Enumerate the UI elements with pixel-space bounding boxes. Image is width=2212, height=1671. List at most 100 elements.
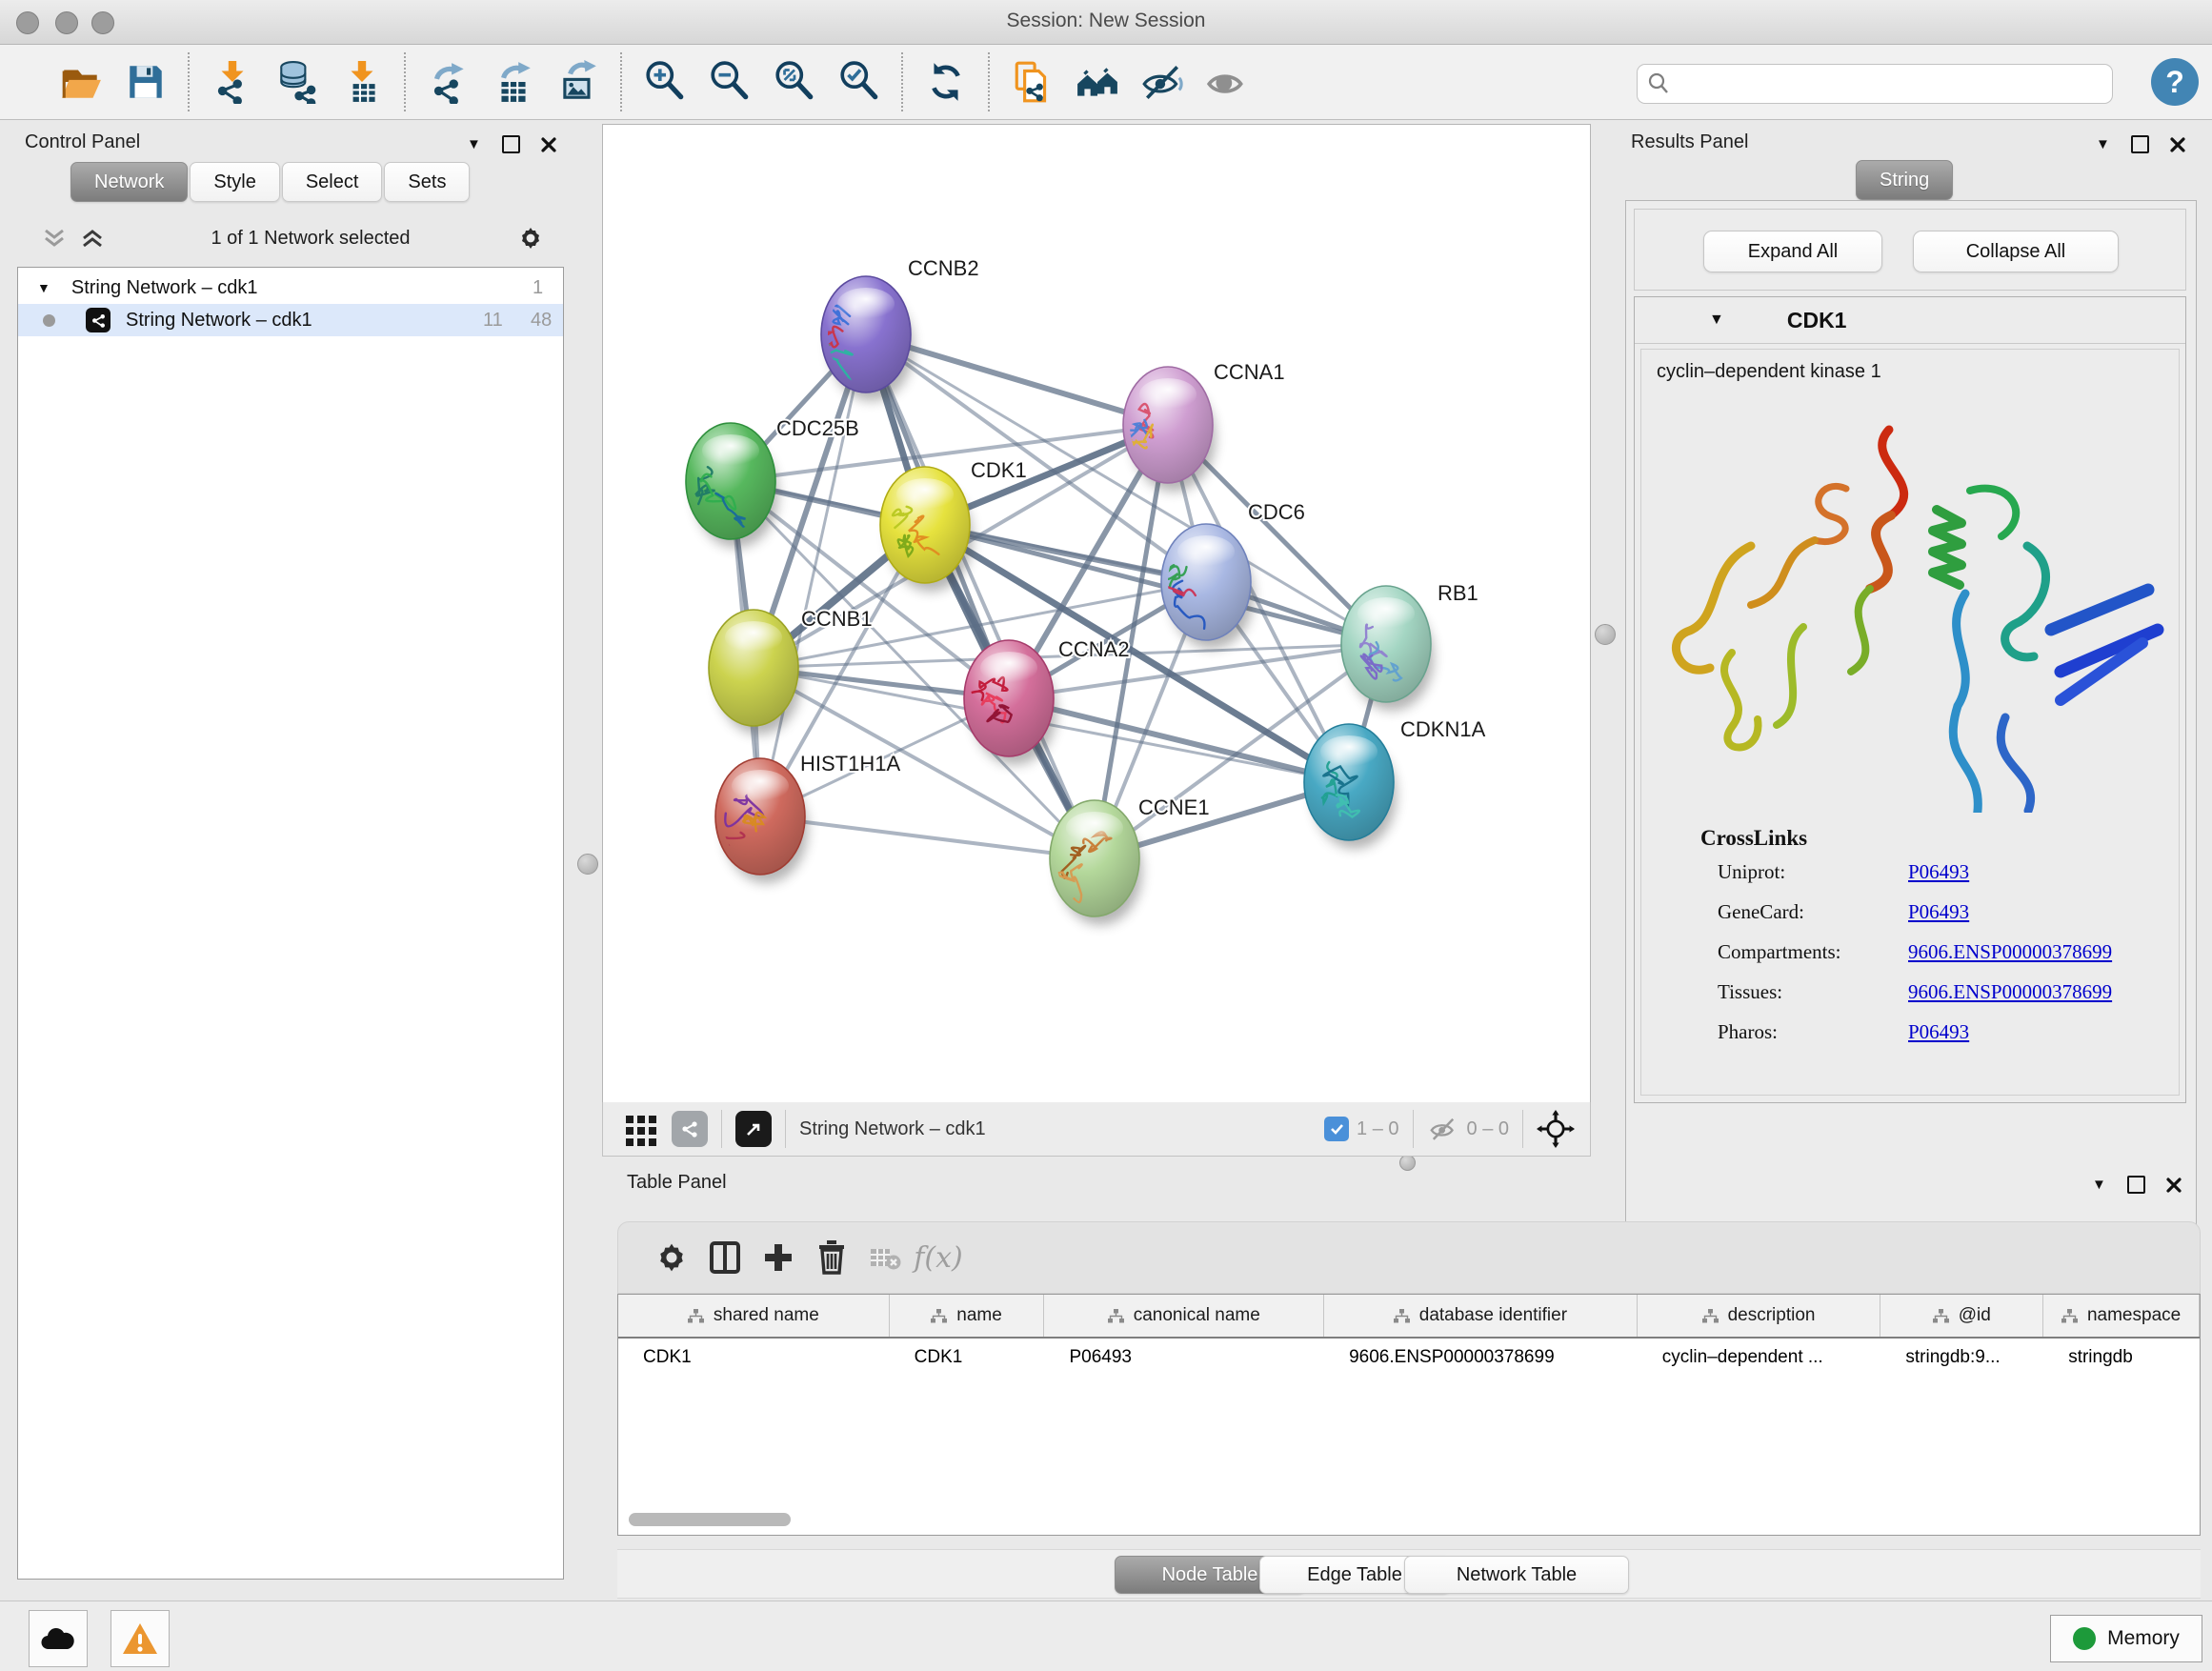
export-image-icon[interactable] <box>553 56 604 108</box>
close-table-panel-icon[interactable] <box>2166 1178 2182 1193</box>
show-column-icon[interactable] <box>698 1237 752 1278</box>
column-network-icon <box>2061 1309 2078 1323</box>
tab-style[interactable]: Style <box>190 162 279 202</box>
tab-sets[interactable]: Sets <box>384 162 470 202</box>
right-splitter-handle[interactable] <box>1595 624 1616 645</box>
tab-string[interactable]: String <box>1856 160 1953 200</box>
birdseye-grid-icon[interactable] <box>624 1112 658 1146</box>
node-label-ccna1: CCNA1 <box>1214 360 1285 384</box>
network-selection-status: 1 of 1 Network selected <box>105 228 516 250</box>
tab-network[interactable]: Network <box>70 162 188 202</box>
copy-network-style-icon[interactable] <box>1007 56 1058 108</box>
graph-node-cdc25b <box>686 423 775 539</box>
app-status-bar: Memory <box>0 1601 2212 1671</box>
network-graph[interactable]: CCNB2CCNA1CDC25BCDK1CDC6RB1CCNB1CCNA2CDK… <box>603 125 1590 1103</box>
crosslink-label: Tissues: <box>1718 980 1908 1004</box>
collapse-panel-icon[interactable]: ▼ <box>467 136 481 152</box>
tab-select[interactable]: Select <box>282 162 383 202</box>
collapse-all-button[interactable]: Collapse All <box>1913 231 2119 272</box>
collapse-results-panel-icon[interactable]: ▼ <box>2096 136 2110 152</box>
table-cell[interactable]: stringdb:9... <box>1880 1339 2043 1377</box>
float-table-panel-icon[interactable] <box>2127 1176 2145 1194</box>
fit-content-crosshair-icon[interactable] <box>1537 1110 1575 1148</box>
crosslink-link[interactable]: 9606.ENSP00000378699 <box>1908 940 2112 964</box>
zoom-in-icon[interactable] <box>639 56 691 108</box>
table-cell[interactable]: P06493 <box>1044 1339 1324 1377</box>
help-icon[interactable]: ? <box>2151 58 2199 106</box>
protein-collapse-icon[interactable]: ▼ <box>1709 312 1724 329</box>
string-network-icon <box>86 308 111 332</box>
network-view-canvas[interactable]: CCNB2CCNA1CDC25BCDK1CDC6RB1CCNB1CCNA2CDK… <box>602 124 1591 1104</box>
float-results-panel-icon[interactable] <box>2131 135 2149 153</box>
column-header-label: canonical name <box>1134 1305 1260 1326</box>
import-network-file-icon[interactable] <box>207 56 258 108</box>
save-session-icon[interactable] <box>120 56 171 108</box>
zoom-fit-icon[interactable] <box>769 56 820 108</box>
open-in-browser-icon[interactable] <box>735 1111 772 1147</box>
import-table-file-icon[interactable] <box>336 56 388 108</box>
tab-network-table[interactable]: Network Table <box>1404 1556 1629 1594</box>
export-network-icon[interactable] <box>423 56 474 108</box>
node-label-rb1: RB1 <box>1438 581 1478 605</box>
search-bar[interactable] <box>1637 64 2113 104</box>
column-header-namespace[interactable]: namespace <box>2043 1295 2200 1337</box>
table-cell[interactable]: stringdb <box>2043 1339 2200 1377</box>
network-edge-count: 48 <box>531 310 552 332</box>
collapse-table-panel-icon[interactable]: ▼ <box>2092 1177 2106 1193</box>
table-cell[interactable]: cyclin–dependent ... <box>1638 1339 1881 1377</box>
results-panel-title: Results Panel <box>1631 131 1748 153</box>
table-cell[interactable]: 9606.ENSP00000378699 <box>1324 1339 1638 1377</box>
open-session-icon[interactable] <box>55 56 107 108</box>
column-header-canonical-name[interactable]: canonical name <box>1044 1295 1324 1337</box>
column-header-description[interactable]: description <box>1638 1295 1881 1337</box>
table-row[interactable]: CDK1CDK1P064939606.ENSP00000378699cyclin… <box>618 1339 2200 1377</box>
zoom-selected-icon[interactable] <box>834 56 885 108</box>
zoom-out-icon[interactable] <box>704 56 755 108</box>
column-header-label: @id <box>1959 1305 1991 1326</box>
node-table[interactable]: shared name name canonical name database id… <box>617 1294 2201 1536</box>
protein-section-header[interactable]: ▼ CDK1 <box>1635 297 2185 344</box>
crosslink-link[interactable]: 9606.ENSP00000378699 <box>1908 980 2112 1004</box>
table-cell[interactable]: CDK1 <box>890 1339 1045 1377</box>
delete-column-trash-icon[interactable] <box>805 1237 858 1278</box>
column-header-name[interactable]: name <box>890 1295 1045 1337</box>
collection-expand-icon[interactable]: ▼ <box>37 280 50 295</box>
crosslink-link[interactable]: P06493 <box>1908 1020 1969 1044</box>
crosslink-link[interactable]: P06493 <box>1908 900 1969 924</box>
close-panel-icon[interactable] <box>541 137 556 152</box>
string-style-icon[interactable] <box>672 1111 708 1147</box>
create-column-plus-icon[interactable] <box>752 1237 805 1278</box>
export-table-icon[interactable] <box>488 56 539 108</box>
cloud-button[interactable] <box>29 1610 88 1667</box>
column-header-label: name <box>956 1305 1002 1326</box>
collapse-all-networks-icon[interactable] <box>80 227 105 250</box>
network-row[interactable]: String Network – cdk1 11 48 <box>18 304 563 336</box>
crosslinks-section: CrossLinks Uniprot:P06493GeneCard:P06493… <box>1641 826 2179 1060</box>
network-collection-row[interactable]: ▼ String Network – cdk1 1 <box>18 272 563 304</box>
table-options-gear-icon[interactable] <box>645 1237 698 1278</box>
graph-node-ccna2 <box>964 640 1054 756</box>
close-results-panel-icon[interactable] <box>2170 137 2185 152</box>
show-hidden-eye-icon[interactable] <box>1201 56 1253 108</box>
import-network-database-icon[interactable] <box>271 56 323 108</box>
column-header--id[interactable]: @id <box>1880 1295 2043 1337</box>
column-header-database-identifier[interactable]: database identifier <box>1324 1295 1638 1337</box>
show-all-homes-icon[interactable] <box>1072 56 1123 108</box>
network-options-gear-icon[interactable] <box>516 224 545 252</box>
hide-selected-eye-slash-icon[interactable] <box>1136 56 1188 108</box>
delete-table-icon <box>858 1237 912 1278</box>
refresh-icon[interactable] <box>920 56 972 108</box>
column-header-shared-name[interactable]: shared name <box>618 1295 890 1337</box>
expand-all-button[interactable]: Expand All <box>1703 231 1882 272</box>
float-panel-icon[interactable] <box>502 135 520 153</box>
table-horizontal-scrollbar[interactable] <box>629 1513 791 1526</box>
selected-checkbox-icon[interactable] <box>1324 1117 1349 1141</box>
toolbar-separator <box>988 52 991 111</box>
warnings-button[interactable] <box>111 1610 170 1667</box>
left-splitter-handle[interactable] <box>577 854 598 875</box>
memory-button[interactable]: Memory <box>2050 1615 2202 1662</box>
search-input[interactable] <box>1679 72 2112 95</box>
table-cell[interactable]: CDK1 <box>618 1339 890 1377</box>
expand-all-networks-icon[interactable] <box>42 227 67 250</box>
crosslink-link[interactable]: P06493 <box>1908 860 1969 884</box>
